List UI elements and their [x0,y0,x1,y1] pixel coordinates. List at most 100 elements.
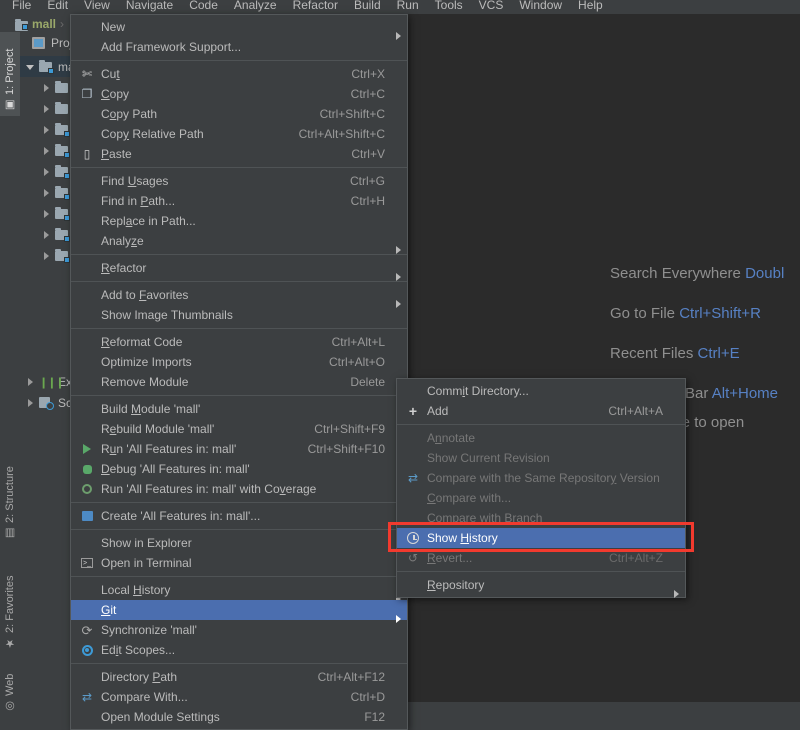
chevron-right-icon[interactable] [42,230,52,240]
menubar-item-window[interactable]: Window [511,0,570,13]
menu-item-build-module-mall[interactable]: Build Module 'mall' [71,399,407,419]
tree-spacer [58,335,68,345]
chevron-right-icon[interactable] [42,146,52,156]
menubar-item-analyze[interactable]: Analyze [226,0,285,13]
menu-item-annotate: Annotate [397,428,685,448]
breadcrumb[interactable]: mall › [14,16,64,32]
menubar-item-file[interactable]: File [4,0,39,13]
chevron-right-icon[interactable] [42,83,52,93]
menu-item-analyze[interactable]: Analyze [71,231,407,251]
menu-item-cut[interactable]: ✄CutCtrl+X [71,64,407,84]
menu-item-replace-in-path[interactable]: Replace in Path... [71,211,407,231]
menu-item-label: Paste [99,147,331,161]
menubar-item-tools[interactable]: Tools [427,0,471,13]
menu-item-find-usages[interactable]: Find UsagesCtrl+G [71,171,407,191]
menu-item-run-all-features-in-mall-with-coverage[interactable]: Run 'All Features in: mall' with Coverag… [71,479,407,499]
tree-spacer [58,272,68,282]
menu-item-new[interactable]: New [71,17,407,37]
menu-item-show-in-explorer[interactable]: Show in Explorer [71,533,407,553]
menu-item-open-module-settings[interactable]: Open Module SettingsF12 [71,707,407,727]
menu-item-git[interactable]: Git [71,600,407,620]
hint-row: Recent Files Ctrl+E [610,334,800,374]
menu-item-add[interactable]: +AddCtrl+Alt+A [397,401,685,421]
menu-item-find-in-path[interactable]: Find in Path...Ctrl+H [71,191,407,211]
menubar-item-refactor[interactable]: Refactor [285,0,346,13]
chevron-right-icon[interactable] [42,209,52,219]
menubar-item-navigate[interactable]: Navigate [118,0,181,13]
menu-item-label: Refactor [99,261,385,275]
hint-key: Doubl [745,265,784,282]
menu-icon-slot [77,39,97,55]
sidebar-item-label: Web [4,674,16,696]
menu-icon-slot [77,126,97,142]
menu-item-remove-module[interactable]: Remove ModuleDelete [71,372,407,392]
menu-item-show-history[interactable]: Show History [397,528,685,548]
menubar-item-view[interactable]: View [76,0,118,13]
menubar-item-code[interactable]: Code [181,0,226,13]
chevron-right-icon[interactable] [26,398,36,408]
sidebar-item-project[interactable]: ▣ 1: Project [0,32,20,116]
menu-item-show-image-thumbnails[interactable]: Show Image Thumbnails [71,305,407,325]
menu-item-label: Show Image Thumbnails [99,308,385,322]
menubar-item-build[interactable]: Build [346,0,389,13]
sidebar-item-label: 2: Structure [4,466,16,523]
menubar-item-edit[interactable]: Edit [39,0,76,13]
chevron-down-icon[interactable] [26,62,36,72]
menu-separator [71,576,407,577]
menu-item-run-all-features-in-mall[interactable]: Run 'All Features in: mall'Ctrl+Shift+F1… [71,439,407,459]
menu-item-repository[interactable]: Repository [397,575,685,595]
menu-item-copy-path[interactable]: Copy PathCtrl+Shift+C [71,104,407,124]
menu-item-debug-all-features-in-mall[interactable]: Debug 'All Features in: mall' [71,459,407,479]
hint-row: Go to File Ctrl+Shift+R [610,294,800,334]
chevron-right-icon[interactable] [42,104,52,114]
menu-item-copy[interactable]: ❐CopyCtrl+C [71,84,407,104]
chevron-right-icon[interactable] [42,167,52,177]
menu-item-directory-path[interactable]: Directory PathCtrl+Alt+F12 [71,667,407,687]
menubar-item-vcs[interactable]: VCS [471,0,512,13]
menu-item-local-history[interactable]: Local History [71,580,407,600]
chevron-right-icon[interactable] [26,377,36,387]
menu-icon-slot [77,19,97,35]
menu-item-label: Show History [425,531,663,545]
menu-item-commit-directory[interactable]: Commit Directory... [397,381,685,401]
module-context-menu[interactable]: New Add Framework Support... ✄CutCtrl+X❐Co… [70,14,408,730]
menu-item-label: Find in Path... [99,194,331,208]
sidebar-item-favorites[interactable]: ★ 2: Favorites [0,554,20,654]
menubar-item-run[interactable]: Run [389,0,427,13]
chevron-right-icon[interactable] [42,188,52,198]
menu-item-reformat-code[interactable]: Reformat CodeCtrl+Alt+L [71,332,407,352]
menu-item-refactor[interactable]: Refactor [71,258,407,278]
sidebar-item-structure[interactable]: ▥ 2: Structure [0,444,20,544]
module-folder-icon [38,60,54,74]
menu-item-open-in-terminal[interactable]: >_Open in Terminal [71,553,407,573]
project-icon [32,37,45,49]
menu-icon-slot [77,602,97,618]
left-tool-window-strip: ▣ 1: Project ▥ 2: Structure ★ 2: Favorit… [0,14,21,702]
git-submenu[interactable]: Commit Directory...+AddCtrl+Alt+A Annotat… [396,378,686,598]
create-config-icon [77,508,97,524]
main-menu-bar[interactable]: FileEditViewNavigateCodeAnalyzeRefactorB… [0,0,800,14]
chevron-right-icon[interactable] [42,251,52,261]
menu-item-shortcut: Ctrl+Alt+F12 [298,670,385,684]
coverage-icon [77,481,97,497]
menu-item-rebuild-module-mall[interactable]: Rebuild Module 'mall'Ctrl+Shift+F9 [71,419,407,439]
menu-separator [71,529,407,530]
chevron-right-icon[interactable] [42,125,52,135]
menu-item-optimize-imports[interactable]: Optimize ImportsCtrl+Alt+O [71,352,407,372]
menu-item-synchronize-mall[interactable]: ⟳Synchronize 'mall' [71,620,407,640]
menu-item-label: Add Framework Support... [99,40,385,54]
menu-item-shortcut: Ctrl+C [331,87,385,101]
menu-item-label: Synchronize 'mall' [99,623,385,637]
menu-item-label: Run 'All Features in: mall' with Coverag… [99,482,385,496]
menubar-item-help[interactable]: Help [570,0,611,13]
menu-item-create-all-features-in-mall[interactable]: Create 'All Features in: mall'... [71,506,407,526]
menu-item-add-to-favorites[interactable]: Add to Favorites [71,285,407,305]
menu-item-paste[interactable]: ▯PasteCtrl+V [71,144,407,164]
menu-item-add-framework-support[interactable]: Add Framework Support... [71,37,407,57]
menu-icon-slot [403,510,423,526]
menu-item-compare-with[interactable]: ⇄Compare With...Ctrl+D [71,687,407,707]
sidebar-item-web[interactable]: ◎ Web [0,659,20,717]
menu-item-edit-scopes[interactable]: Edit Scopes... [71,640,407,660]
menu-item-copy-relative-path[interactable]: Copy Relative PathCtrl+Alt+Shift+C [71,124,407,144]
menu-item-label: Reformat Code [99,335,312,349]
